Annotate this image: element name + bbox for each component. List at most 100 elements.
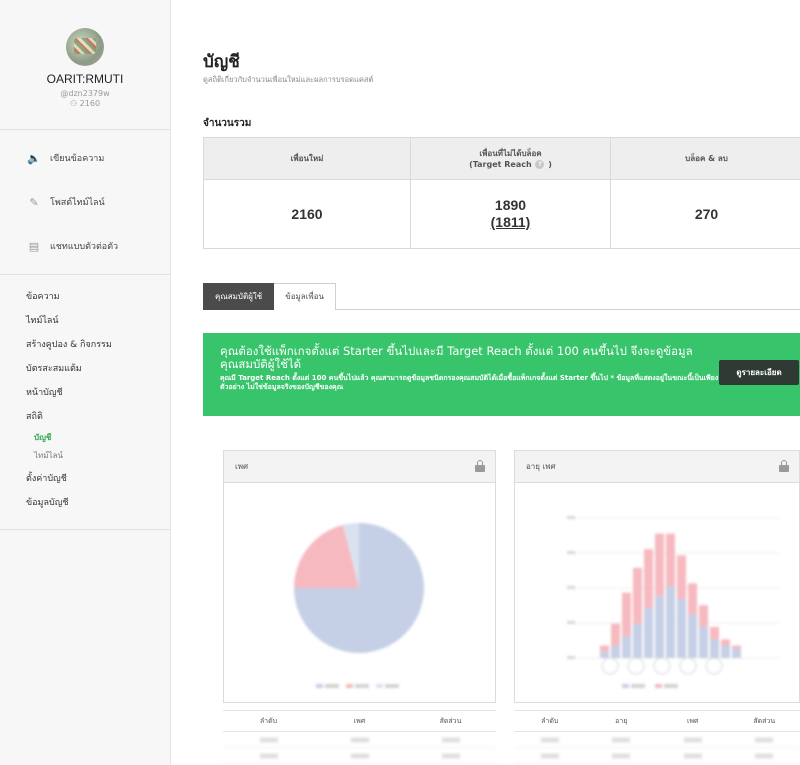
post-timeline-button[interactable]: ✎ โพสต์ไทม์ไลน์: [0, 180, 170, 224]
sidebar-subitem-timeline[interactable]: ไทม์ไลน์: [0, 447, 170, 465]
bar-series-1: [666, 586, 675, 658]
one-to-one-chat-button[interactable]: ▤ แชทแบบตัวต่อตัว: [0, 224, 170, 268]
age-col-ratio: สัดส่วน: [753, 716, 776, 725]
bar-series-1: [688, 614, 697, 658]
age-gender-panel: อายุ เพศ: [514, 450, 800, 703]
tick-label: [567, 516, 575, 519]
gender-table-header: ลำดับ เพศ สัดส่วน: [223, 710, 496, 732]
sidebar-item-point-card[interactable]: บัตรสะสมแต้ม: [0, 357, 170, 381]
value-target-reach-link[interactable]: (1811): [491, 214, 531, 231]
write-message-button[interactable]: 🔈 เขียนข้อความ: [0, 136, 170, 180]
gender-panel: เพศ: [223, 450, 496, 703]
post-timeline-label: โพสต์ไทม์ไลน์: [50, 198, 105, 208]
help-icon[interactable]: ?: [535, 159, 545, 169]
tab-friend-info[interactable]: ข้อมูลเพื่อน: [274, 283, 336, 310]
header-blocked: บล็อค & ลบ: [611, 138, 800, 179]
header-new-friends: เพื่อนใหม่: [204, 138, 411, 179]
sidebar-nav: ข้อความ ไทม์ไลน์ สร้างคูปอง & กิจกรรม บั…: [0, 275, 170, 530]
bar-series-1: [732, 648, 741, 658]
section-title: จำนวนรวม: [203, 118, 252, 129]
table-row: [223, 732, 496, 748]
speaker-icon: 🔈: [27, 151, 41, 165]
axis-marker: [627, 657, 645, 675]
age-col-age: อายุ: [615, 716, 628, 725]
age-col-rank: ลำดับ: [541, 716, 559, 725]
quick-actions: 🔈 เขียนข้อความ ✎ โพสต์ไทม์ไลน์ ▤ แชทแบบต…: [0, 130, 170, 275]
bar-series-1: [633, 623, 642, 658]
friend-count: ⚇ 2160: [0, 99, 170, 108]
bar-series-1: [710, 639, 719, 658]
stats-table: เพื่อนใหม่ เพื่อนที่ไม่ได้บล็อค (Target …: [203, 137, 800, 249]
bar-series-1: [677, 598, 686, 658]
legend-label: [385, 684, 399, 688]
gender-table-rows: [223, 732, 496, 765]
friend-count-value: 2160: [79, 99, 101, 108]
sidebar-item-account-info[interactable]: ข้อมูลบัญชี: [0, 491, 170, 515]
table-row: [514, 748, 800, 764]
bar-series-1: [721, 645, 730, 658]
bar-series-2: [600, 645, 609, 652]
bar-series-1: [611, 645, 620, 658]
bar-series-1: [622, 636, 631, 658]
bar-series-2: [633, 567, 642, 624]
age-gender-panel-title: อายุ เพศ: [526, 462, 556, 471]
sidebar-subitem-account[interactable]: บัญชี: [0, 429, 170, 447]
avatar[interactable]: [66, 28, 104, 66]
tick-label: [567, 551, 575, 554]
profile-card: OARIT:RMUTI @dzn2379w ⚇ 2160: [0, 0, 170, 130]
age-col-gender: เพศ: [687, 716, 699, 725]
bar-series-1: [699, 626, 708, 658]
legend-swatch: [655, 684, 662, 688]
tab-user-attributes[interactable]: คุณสมบัติผู้ใช้: [203, 283, 275, 310]
page-subtitle: ดูสถิติเกี่ยวกับจำนวนเพื่อนใหม่และผลการบ…: [203, 75, 374, 84]
legend-swatch: [346, 684, 353, 688]
age-gender-chart: [515, 483, 799, 702]
axis-marker: [705, 657, 723, 675]
chat-icon: ▤: [28, 239, 40, 253]
value-blocked: 270: [611, 180, 800, 248]
bar-series-1: [600, 651, 609, 658]
sidebar-item-stats[interactable]: สถิติ: [0, 405, 170, 429]
gender-panel-header: เพศ: [224, 451, 495, 483]
value-target-reach: 1890 (1811): [411, 180, 611, 248]
age-gender-table-header: ลำดับ อายุ เพศ สัดส่วน: [514, 710, 800, 732]
sidebar-item-timeline[interactable]: ไทม์ไลน์: [0, 309, 170, 333]
bar-series-2: [677, 555, 686, 599]
bar-series-2: [721, 639, 730, 646]
age-gender-panel-header: อายุ เพศ: [515, 451, 799, 483]
header-new-friends-label: เพื่อนใหม่: [290, 154, 324, 163]
tick-label: [567, 586, 575, 589]
banner-description: คุณมี Target Reach ตั้งแต่ 100 คนขึ้นไปแ…: [220, 374, 719, 391]
age-gender-bar-chart: [567, 516, 780, 688]
bar-series-2: [699, 605, 708, 627]
sidebar-item-coupons[interactable]: สร้างคูปอง & กิจกรรม: [0, 333, 170, 357]
page-title: บัญชี: [203, 52, 240, 72]
sidebar-item-account-settings[interactable]: ตั้งค่าบัญชี: [0, 467, 170, 491]
sidebar: OARIT:RMUTI @dzn2379w ⚇ 2160 🔈 เขียนข้อค…: [0, 0, 171, 765]
axis-marker: [601, 657, 619, 675]
legend-swatch: [622, 684, 629, 688]
sidebar-item-account-page[interactable]: หน้าบัญชี: [0, 381, 170, 405]
value-target-reach-main: 1890: [494, 197, 527, 213]
tick-label: [567, 656, 575, 659]
value-new-friends: 2160: [204, 180, 411, 248]
tick-label: [567, 621, 575, 624]
legend-swatch: [376, 684, 383, 688]
details-button[interactable]: ดูรายละเอียด: [719, 360, 799, 385]
legend-label: [355, 684, 369, 688]
banner-title: คุณต้องใช้แพ็กเกจตั้งแต่ Starter ขึ้นไปแ…: [220, 344, 693, 371]
tab-bar: คุณสมบัติผู้ใช้ ข้อมูลเพื่อน: [203, 283, 800, 310]
bar-series-2: [688, 583, 697, 615]
bar-series-2: [655, 533, 664, 596]
gender-col-rank: ลำดับ: [259, 716, 278, 725]
edit-icon: ✎: [29, 195, 39, 209]
table-row: [514, 732, 800, 748]
gender-pie-chart: [294, 523, 424, 688]
account-id: @dzn2379w: [60, 89, 110, 98]
bar-series-1: [655, 595, 664, 658]
header-target-reach: เพื่อนที่ไม่ได้บล็อค (Target Reach ? ): [411, 138, 611, 179]
bar-series-2: [644, 549, 653, 609]
sidebar-item-messages[interactable]: ข้อความ: [0, 285, 170, 309]
header-blocked-label: บล็อค & ลบ: [685, 154, 728, 163]
header-target-reach-close: ): [548, 159, 552, 169]
